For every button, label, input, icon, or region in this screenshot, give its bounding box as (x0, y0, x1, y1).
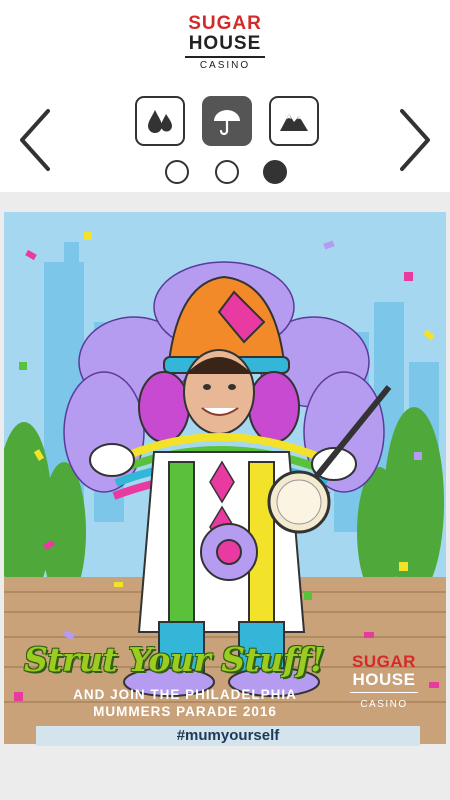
next-button[interactable] (396, 105, 436, 175)
chevron-right-icon (400, 109, 430, 171)
logo-rule (185, 56, 265, 58)
sugarhouse-logo: SUGAR HOUSE CASINO (175, 14, 275, 72)
mountains-filter-button[interactable] (269, 96, 319, 146)
poster-subline-1: AND JOIN THE PHILADELPHIA (73, 687, 297, 702)
poster-brand-rule (350, 692, 418, 693)
logo-line-2: HOUSE (188, 33, 262, 54)
umbrella-icon (214, 110, 240, 136)
hashtag-banner: #mumyourself (36, 726, 420, 746)
previous-button[interactable] (14, 105, 54, 175)
poster-brand-line-2: HOUSE (352, 670, 416, 689)
logo-line-1: SUGAR (188, 13, 262, 34)
mountains-icon (280, 114, 308, 131)
page-dot-3[interactable] (263, 160, 287, 184)
poster-brand-line-1: SUGAR (352, 652, 416, 671)
logo-line-3: CASINO (199, 60, 251, 71)
poster-brand-logo: SUGAR HOUSE CASINO (346, 653, 422, 710)
app-header: SUGAR HOUSE CASINO (0, 0, 450, 190)
chevron-left-icon (20, 109, 50, 171)
drops-filter-button[interactable] (135, 96, 185, 146)
poster-brand-line-3: CASINO (360, 699, 408, 710)
drops-icon (148, 110, 172, 133)
page-dot-2[interactable] (215, 160, 239, 184)
page-dot-1[interactable] (165, 160, 189, 184)
umbrella-filter-button[interactable] (202, 96, 252, 146)
poster-headline: Strut Your Stuff! (24, 640, 325, 679)
poster-subline-2: MUMMERS PARADE 2016 (93, 704, 277, 719)
